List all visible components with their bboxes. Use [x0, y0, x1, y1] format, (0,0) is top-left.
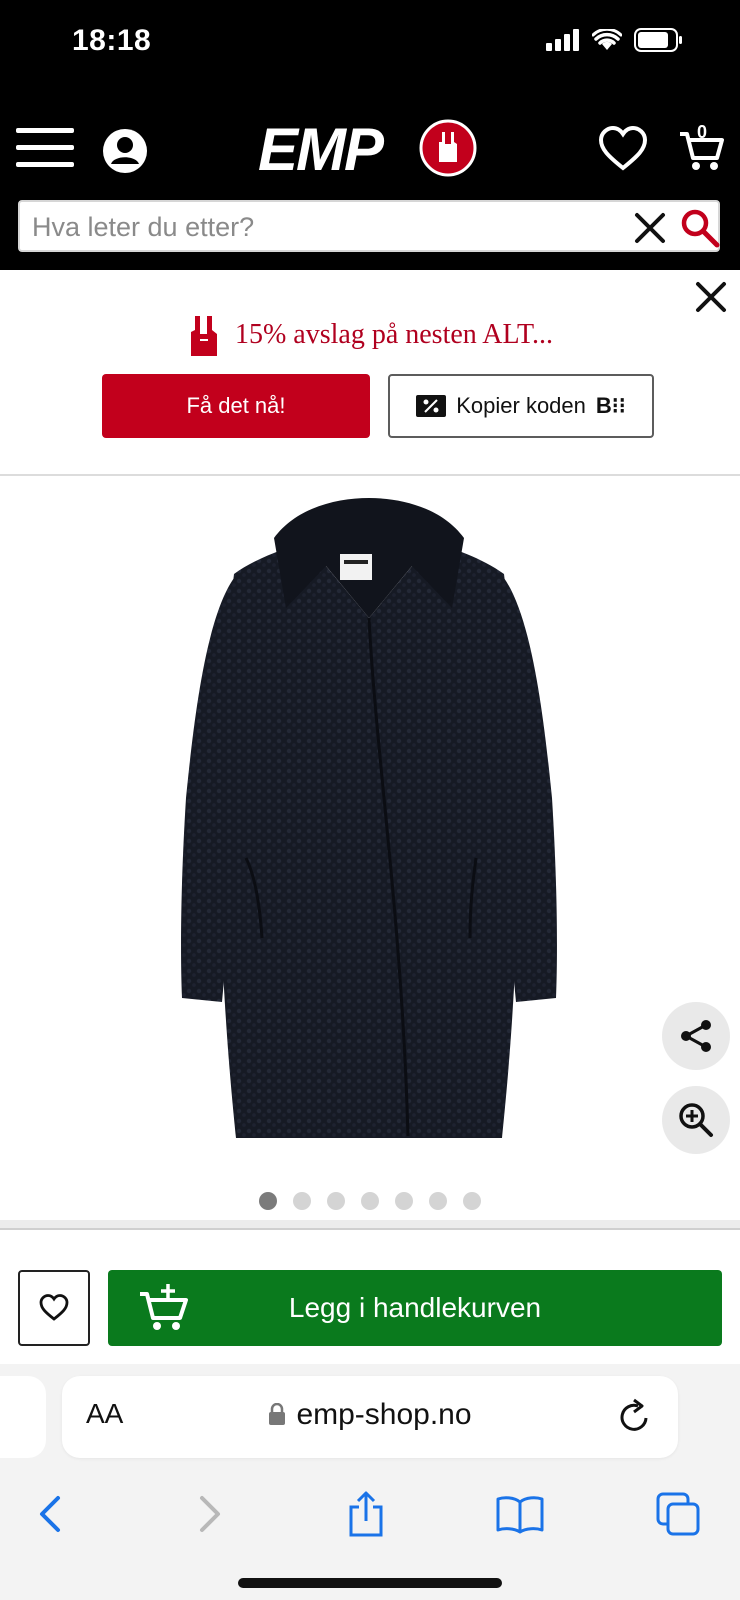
heart-icon[interactable] [598, 126, 648, 172]
code-preview: B⁝⁝ [595, 393, 626, 418]
wifi-icon [592, 29, 622, 50]
browser-nav [0, 1488, 740, 1558]
gallery-dot-2[interactable] [293, 1192, 311, 1210]
lock-icon [269, 1403, 286, 1425]
reload-icon[interactable] [616, 1398, 652, 1436]
gallery-dot-4[interactable] [361, 1192, 379, 1210]
promo-banner: 15% avslag på nesten ALT... Få det nå! K… [0, 270, 740, 476]
tabs-button[interactable] [652, 1488, 704, 1540]
url-display[interactable]: emp-shop.no [62, 1398, 678, 1432]
svg-text:EMP: EMP [258, 118, 385, 180]
status-time: 18:18 [72, 24, 152, 57]
forward-button[interactable] [184, 1488, 236, 1540]
status-icons [546, 28, 684, 52]
close-icon[interactable] [694, 280, 728, 314]
zoom-in-icon [679, 1103, 713, 1137]
share-page-icon [349, 1491, 383, 1537]
gallery-dot-6[interactable] [429, 1192, 447, 1210]
gallery-dot-7[interactable] [463, 1192, 481, 1210]
zoom-button[interactable] [662, 1086, 730, 1154]
signal-icon [546, 29, 579, 51]
search-box [18, 200, 720, 252]
copy-code-label: Kopier koden [456, 393, 586, 418]
promo-text: 15% avslag på nesten ALT... [234, 319, 554, 350]
gallery-dot-1[interactable] [259, 1192, 277, 1210]
bookmarks-button[interactable] [494, 1488, 546, 1540]
cart-count-badge: 0 [696, 122, 707, 142]
menu-icon[interactable] [16, 128, 74, 168]
heart-outline-icon [39, 1294, 69, 1321]
site-header: 18:18 EMP 0 Hva leter du etter? [0, 0, 740, 270]
add-to-cart-label: Legg i handlekurven [288, 1292, 542, 1323]
address-bar[interactable]: AA emp-shop.no [62, 1376, 678, 1458]
emp-logo[interactable]: EMP [258, 118, 480, 180]
gallery-dot-3[interactable] [327, 1192, 345, 1210]
share-page-button[interactable] [340, 1488, 392, 1540]
home-indicator [238, 1578, 502, 1588]
coupon-icon [416, 395, 447, 417]
search-icon[interactable] [680, 208, 720, 248]
back-button[interactable] [24, 1488, 76, 1540]
previous-tab[interactable] [0, 1376, 46, 1458]
gallery-dot-5[interactable] [395, 1192, 413, 1210]
wishlist-button[interactable] [18, 1270, 90, 1346]
bookmarks-icon [496, 1496, 544, 1534]
add-to-cart-bar: Legg i handlekurven [0, 1220, 740, 1366]
promo-headline: 15% avslag på nesten ALT... [0, 310, 740, 360]
get-offer-button[interactable]: Få det nå! [102, 374, 370, 438]
share-button[interactable] [662, 1002, 730, 1070]
clear-icon[interactable] [634, 212, 666, 244]
browser-toolbar: AA emp-shop.no [0, 1364, 740, 1600]
battery-icon [634, 28, 682, 52]
search-input[interactable] [30, 206, 614, 248]
copy-code-button[interactable]: Kopier koden B⁝⁝ [388, 374, 654, 438]
add-cart-icon [140, 1284, 188, 1330]
user-icon[interactable] [102, 128, 148, 174]
back-icon [40, 1496, 60, 1532]
tabs-icon [656, 1492, 700, 1536]
gallery-dots [0, 1192, 740, 1210]
forward-icon [200, 1496, 220, 1532]
product-gallery[interactable] [0, 476, 740, 1228]
rock-hand-icon [190, 316, 217, 356]
url-text: emp-shop.no [296, 1398, 472, 1431]
share-icon [681, 1020, 711, 1052]
product-image[interactable] [176, 498, 562, 1148]
add-to-cart-button[interactable]: Legg i handlekurven [108, 1270, 722, 1346]
